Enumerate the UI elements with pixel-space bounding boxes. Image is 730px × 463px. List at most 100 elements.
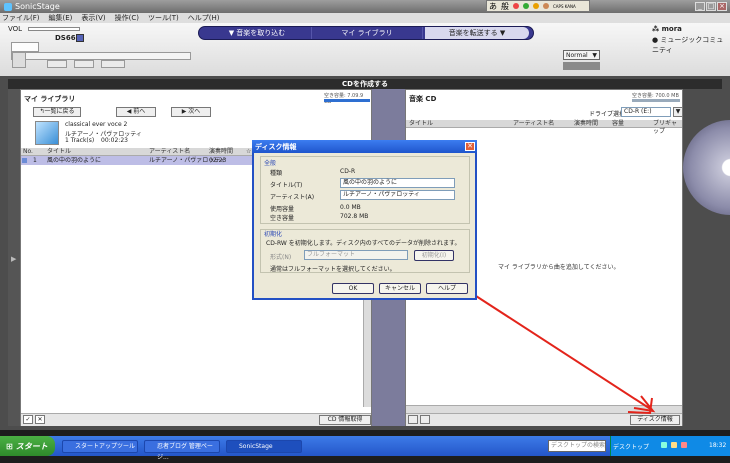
ime-brown-icon[interactable] — [543, 3, 549, 9]
menu-help[interactable]: ヘルプ(H) — [188, 13, 220, 23]
col-artist[interactable]: アーティスト名 — [149, 148, 190, 156]
section-title: CDを作成する — [8, 79, 722, 89]
main-nav: ▼ 音楽を取り込む マイ ライブラリ 音楽を転送する ▼ — [198, 26, 534, 40]
cd-move-icon[interactable] — [408, 415, 418, 424]
cd-col-artist[interactable]: アーティスト名 — [513, 120, 554, 128]
initialize-button[interactable]: 初期化(I) — [414, 250, 454, 261]
ime-mode-label[interactable]: あ — [489, 1, 497, 12]
cd-capacity-bar — [632, 99, 680, 102]
cd-col-pregap[interactable]: ブリギャップ — [653, 120, 682, 136]
col-time[interactable]: 演奏時間 — [209, 148, 233, 156]
disc-info-button[interactable]: ディスク情報 — [630, 415, 680, 425]
desktop-search-input[interactable]: デスクトップの検索 — [548, 440, 606, 452]
init-label: 初期化 — [264, 231, 283, 238]
remove-icon[interactable]: ✕ — [35, 415, 45, 424]
format-label: 形式(N) — [270, 254, 292, 261]
community-label: ミュージックコミュニティ — [652, 36, 724, 54]
cd-info-button[interactable]: CD 情報取得 — [319, 415, 371, 425]
task-startup-tool[interactable]: スタートアップツール — [62, 440, 138, 453]
nav-transfer-arrow-icon: ▼ — [497, 29, 506, 37]
cd-disc-icon — [683, 120, 730, 215]
menu-edit[interactable]: 編集(E) — [49, 13, 73, 23]
task-sonicstage[interactable]: SonicStage — [226, 440, 302, 453]
app-icon — [4, 2, 12, 11]
nav-library-label: マイ ライブラリ — [341, 29, 393, 37]
expand-arrow-icon[interactable]: ▶ — [11, 255, 16, 263]
minimize-button[interactable]: _ — [695, 2, 705, 11]
stop-button[interactable] — [47, 60, 67, 68]
prev-label: 前へ — [133, 108, 146, 115]
row-checkbox-icon[interactable] — [22, 158, 27, 163]
system-tray: デスクトップ 18:32 — [610, 436, 730, 456]
dialog-titlebar: ディスク情報 — [252, 140, 477, 153]
cd-title: 音楽 CD — [409, 95, 437, 103]
ime-yellow-icon[interactable] — [533, 3, 539, 9]
checkbox-icon[interactable]: ✓ — [23, 415, 33, 424]
tray-network-icon[interactable] — [661, 442, 667, 448]
free-value: 702.8 MB — [340, 213, 369, 220]
album-duration: 00:02:23 — [101, 137, 128, 144]
cd-col-size[interactable]: 容量 — [612, 120, 624, 128]
cd-column-header: タイトル アーティスト名 演奏時間 容量 ブリギャップ — [406, 120, 682, 135]
nav-library[interactable]: マイ ライブラリ — [311, 27, 423, 39]
menu-view[interactable]: 表示(V) — [81, 13, 105, 23]
maximize-button[interactable]: □ — [706, 2, 716, 11]
ok-button[interactable]: OK — [332, 283, 374, 294]
chevron-down-icon: ▼ — [592, 51, 597, 59]
community-link[interactable]: ● ミュージックコミュニティ — [652, 35, 730, 55]
nav-transfer[interactable]: 音楽を転送する ▼ — [425, 27, 529, 39]
menu-tools[interactable]: ツール(T) — [148, 13, 179, 23]
back-to-list-button[interactable]: ↰ 一覧に戻る — [33, 107, 81, 117]
mora-label: mora — [661, 25, 682, 33]
col-no[interactable]: No. — [23, 148, 33, 156]
format-select[interactable]: フルフォーマット — [304, 250, 408, 260]
volume-label: VOL — [8, 25, 23, 33]
next-button[interactable] — [101, 60, 125, 68]
ime-convert-label[interactable]: 般 — [501, 1, 509, 12]
ime-toolbar[interactable]: あ 般 CAPS KANA — [486, 0, 590, 12]
title-field[interactable]: 風の中の羽のように — [340, 178, 455, 188]
play-button[interactable] — [12, 52, 26, 68]
mora-link[interactable]: ⁂ mora — [652, 25, 682, 33]
col-title[interactable]: タイトル — [47, 148, 71, 156]
quality-select[interactable]: Normal ▼ — [563, 50, 600, 60]
task-ninja-blog[interactable]: 忍者ブログ 管理ページ... — [144, 440, 220, 461]
clock: 18:32 — [709, 442, 727, 449]
menu-operate[interactable]: 操作(C) — [115, 13, 139, 23]
help-button[interactable]: ヘルプ — [426, 283, 468, 294]
back-to-list-label: 一覧に戻る — [44, 108, 75, 115]
used-value: 0.0 MB — [340, 204, 361, 211]
ime-red-icon[interactable] — [513, 3, 519, 9]
disc-info-dialog: 全般 種類 CD-R タイトル(T) 風の中の羽のように アーティスト(A) ル… — [252, 140, 477, 300]
artist-field[interactable]: ルチアーノ・パヴァロッティ — [340, 190, 455, 200]
type-label: 種類 — [270, 170, 283, 177]
windows-logo-icon: ⊞ — [6, 441, 13, 451]
tray-volume-icon[interactable] — [671, 442, 677, 448]
next-page-button[interactable]: ▶ 次へ — [171, 107, 211, 117]
tray-security-icon[interactable] — [681, 442, 687, 448]
close-window-button[interactable]: × — [717, 2, 727, 11]
free-label: 空き容量 — [270, 215, 295, 222]
library-capacity-bar — [324, 99, 370, 102]
nav-import[interactable]: ▼ 音楽を取り込む — [205, 27, 309, 39]
device-selector[interactable] — [11, 42, 39, 52]
cd-col-title[interactable]: タイトル — [409, 120, 433, 128]
desktop-toolbar-label[interactable]: デスクトップ — [613, 442, 649, 451]
close-icon[interactable]: ✕ — [465, 142, 475, 151]
cd-delete-icon[interactable] — [420, 415, 430, 424]
previous-button[interactable] — [74, 60, 94, 68]
start-button[interactable]: ⊞ スタート — [0, 436, 55, 456]
volume-slider[interactable] — [28, 27, 80, 31]
col-rating[interactable]: ☆ — [246, 148, 251, 156]
album-art — [35, 121, 59, 145]
drive-select[interactable]: CD-R (E:) — [621, 107, 671, 117]
prev-button[interactable]: ◀ 前へ — [116, 107, 156, 117]
ime-green-icon[interactable] — [523, 3, 529, 9]
chevron-down-icon[interactable]: ▼ — [673, 107, 683, 117]
cancel-button[interactable]: キャンセル — [379, 283, 421, 294]
cd-capacity: 空き容量: 700.0 MB — [632, 93, 679, 99]
menu-file[interactable]: ファイル(F) — [2, 13, 40, 23]
device-icon[interactable] — [76, 34, 84, 42]
cd-col-time[interactable]: 演奏時間 — [574, 120, 598, 128]
cd-hscrollbar[interactable] — [406, 405, 682, 413]
